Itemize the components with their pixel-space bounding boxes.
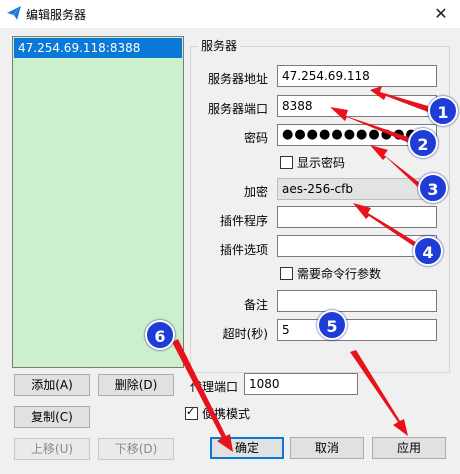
proxy-port-field[interactable]: 1080 — [244, 373, 358, 395]
copy-button[interactable]: 复制(C) — [14, 406, 90, 428]
show-password-checkbox[interactable] — [280, 156, 293, 169]
annotation-badge-6: 6 — [145, 320, 175, 350]
close-icon[interactable]: ✕ — [430, 3, 452, 25]
port-label: 服务器端口 — [207, 102, 268, 116]
annotation-badge-3: 3 — [418, 173, 448, 203]
ok-button[interactable]: 确定 — [210, 437, 284, 459]
address-label: 服务器地址 — [207, 72, 268, 86]
server-group-title: 服务器 — [198, 37, 241, 54]
portable-mode-label: 便携模式 — [202, 407, 251, 421]
portable-mode-checkbox[interactable] — [185, 405, 198, 420]
window-title: 编辑服务器 — [26, 8, 87, 22]
need-cmd-args-label: 需要命令行参数 — [297, 267, 382, 281]
paper-plane-icon — [7, 6, 21, 20]
edit-server-window: 编辑服务器 ✕ 47.254.69.118:8388 添加(A) 删除(D) 复… — [0, 0, 460, 474]
server-list-item[interactable]: 47.254.69.118:8388 — [14, 38, 182, 58]
annotation-badge-4: 4 — [413, 236, 443, 266]
add-button[interactable]: 添加(A) — [14, 374, 90, 396]
annotation-badge-2: 2 — [408, 128, 438, 158]
server-list[interactable]: 47.254.69.118:8388 — [12, 36, 184, 368]
move-up-button[interactable]: 上移(U) — [14, 438, 90, 460]
plugin-field[interactable] — [277, 206, 437, 228]
remark-field[interactable] — [277, 290, 437, 312]
timeout-label: 超时(秒) — [222, 327, 268, 341]
move-down-button[interactable]: 下移(D) — [98, 438, 174, 460]
apply-button[interactable]: 应用 — [372, 437, 446, 459]
encryption-select[interactable]: aes-256-cfb — [277, 178, 437, 200]
show-password-label: 显示密码 — [297, 156, 346, 170]
need-cmd-args-checkbox[interactable] — [280, 267, 293, 280]
plugin-label: 插件程序 — [219, 214, 268, 228]
encryption-label: 加密 — [243, 185, 268, 199]
annotation-badge-1: 1 — [428, 96, 458, 126]
server-port-field[interactable]: 8388 — [277, 95, 437, 117]
plugin-options-label: 插件选项 — [219, 243, 268, 257]
cancel-button[interactable]: 取消 — [290, 437, 364, 459]
remark-label: 备注 — [243, 298, 268, 312]
server-address-field[interactable]: 47.254.69.118 — [277, 65, 437, 87]
proxy-port-label: 代理端口 — [189, 380, 238, 394]
annotation-badge-5: 5 — [317, 310, 347, 340]
password-label: 密码 — [243, 131, 268, 145]
timeout-field[interactable]: 5 — [277, 319, 437, 341]
title-bar: 编辑服务器 ✕ — [0, 0, 460, 28]
